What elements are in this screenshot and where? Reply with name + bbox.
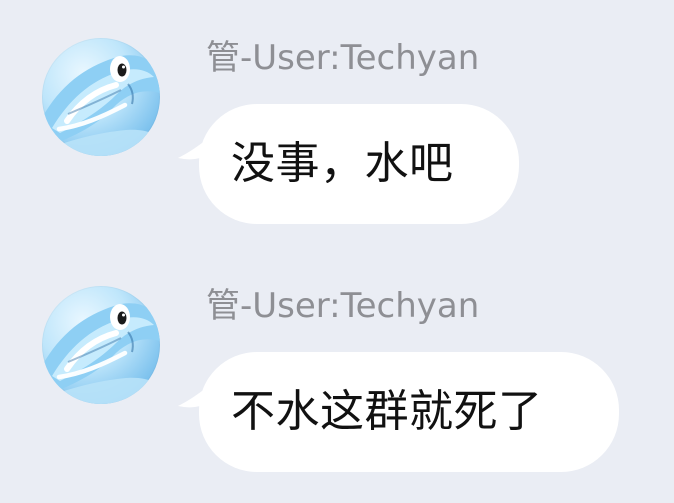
message-bubble[interactable]: 不水这群就死了	[178, 352, 619, 472]
message-text: 不水这群就死了	[231, 386, 543, 437]
message-bubble[interactable]: 没事，水吧	[178, 104, 519, 224]
dolphin-avatar-icon[interactable]	[42, 286, 160, 404]
sender-name: 管-User:Techyan	[206, 38, 480, 78]
chat-message: 管-User:Techyan 没事，水吧	[0, 0, 674, 230]
bubble-tail	[178, 140, 206, 160]
sender-name: 管-User:Techyan	[206, 286, 480, 326]
dolphin-avatar-icon[interactable]	[42, 38, 160, 156]
chat-history: 管-User:Techyan 没事，水吧 管-User:Techyan 不水这群…	[0, 0, 674, 503]
chat-message: 管-User:Techyan 不水这群就死了	[0, 248, 674, 478]
bubble-tail	[178, 388, 206, 408]
message-text: 没事，水吧	[231, 138, 454, 189]
